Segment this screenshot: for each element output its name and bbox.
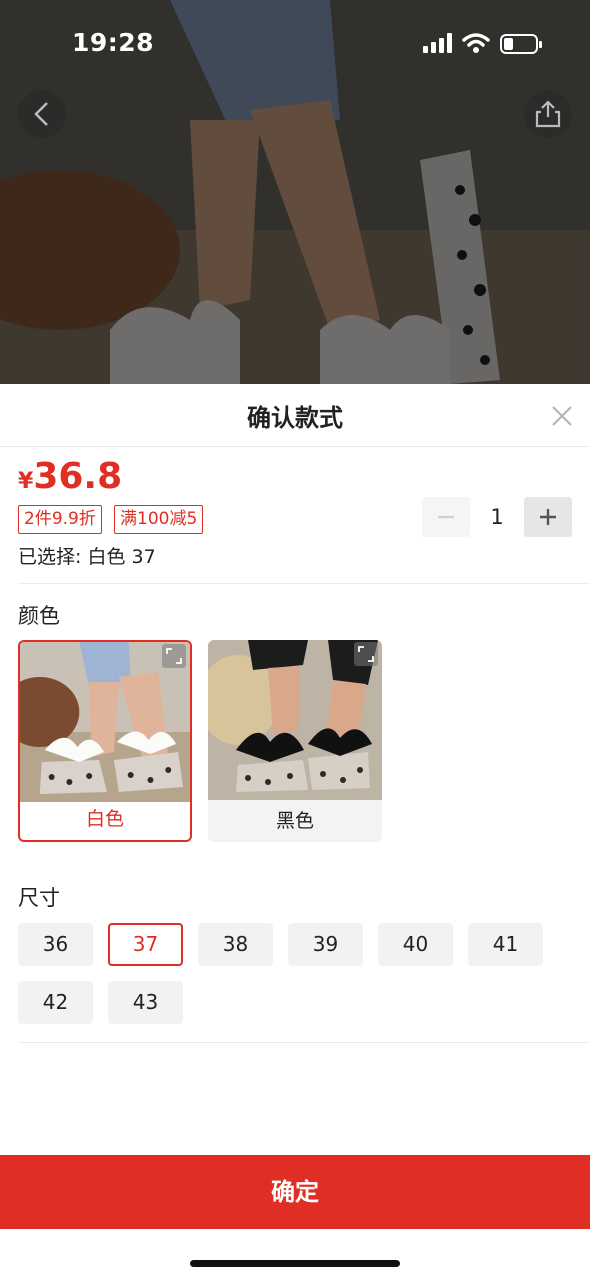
home-indicator	[190, 1260, 400, 1267]
close-icon[interactable]	[550, 404, 574, 428]
color-section-label: 颜色	[18, 604, 60, 628]
promo-tag-coupon: 满100减5	[114, 505, 204, 534]
color-option-label: 白色	[85, 808, 124, 830]
expand-icon[interactable]	[162, 644, 186, 668]
color-option-label: 黑色	[275, 810, 314, 832]
size-section-label: 尺寸	[18, 886, 60, 910]
signal-icon	[423, 33, 452, 53]
status-time: 19:28	[72, 28, 155, 57]
back-arrow-icon	[34, 102, 48, 126]
minus-icon	[438, 515, 454, 519]
sheet-title: 确认款式	[247, 404, 343, 432]
expand-icon-glyph	[358, 646, 374, 662]
quantity-minus-button[interactable]	[422, 497, 470, 537]
wifi-icon	[462, 33, 490, 53]
size-option-41[interactable]: 41	[468, 923, 543, 966]
size-option-38[interactable]: 38	[198, 923, 273, 966]
size-option-40[interactable]: 40	[378, 923, 453, 966]
expand-icon-glyph	[166, 648, 182, 664]
confirm-button[interactable]: 确定	[0, 1155, 590, 1229]
quantity-value[interactable]: 1	[470, 497, 524, 537]
price: ¥36.8	[18, 456, 122, 497]
expand-icon[interactable]	[354, 642, 378, 666]
sku-selection-sheet: 确认款式 ¥36.8 2件9.9折 满100减5 已选择: 白色 37 1 颜色	[0, 384, 590, 1280]
divider	[18, 583, 590, 584]
promo-tag-discount: 2件9.9折	[18, 505, 102, 534]
selected-variant-text: 已选择: 白色 37	[18, 546, 156, 568]
back-button[interactable]	[18, 90, 66, 138]
plus-icon	[540, 509, 556, 525]
size-option-36[interactable]: 36	[18, 923, 93, 966]
size-option-39[interactable]: 39	[288, 923, 363, 966]
quantity-plus-button[interactable]	[524, 497, 572, 537]
price-currency: ¥	[18, 469, 34, 494]
size-option-42[interactable]: 42	[18, 981, 93, 1024]
size-option-37[interactable]: 37	[108, 923, 183, 966]
price-amount: 36.8	[33, 456, 123, 497]
divider	[18, 1042, 590, 1043]
color-option-black[interactable]: 黑色	[208, 640, 382, 842]
battery-icon	[500, 34, 542, 54]
color-option-white[interactable]: 白色	[18, 640, 192, 842]
size-option-43[interactable]: 43	[108, 981, 183, 1024]
share-icon	[535, 100, 561, 128]
share-button[interactable]	[524, 90, 572, 138]
sheet-header: 确认款式	[0, 384, 590, 447]
status-bar: 19:28	[0, 0, 590, 88]
